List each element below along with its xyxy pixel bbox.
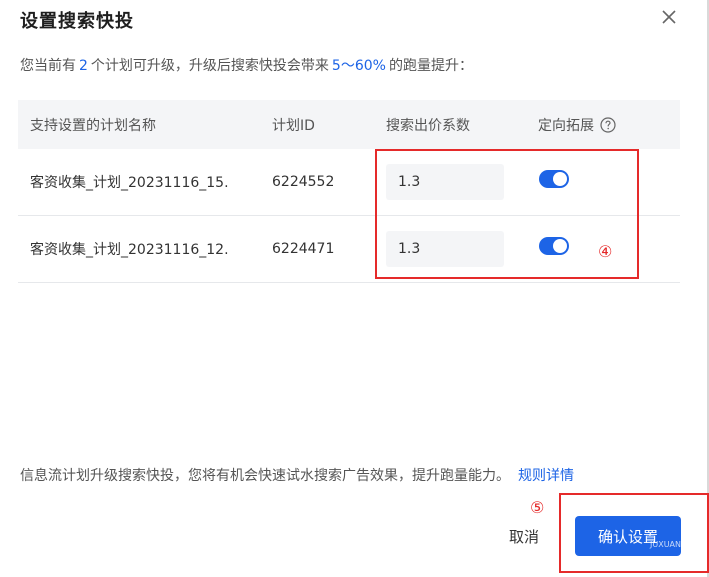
header-targeting-expansion: 定向拓展 bbox=[536, 115, 680, 135]
close-icon[interactable] bbox=[658, 6, 680, 28]
rules-detail-link[interactable]: 规则详情 bbox=[518, 468, 574, 484]
footer-note-text: 信息流计划升级搜索快投，您将有机会快速试水搜索广告效果，提升跑量能力。 bbox=[20, 468, 510, 484]
plan-name: 客资收集_计划_20231116_15. bbox=[30, 175, 229, 191]
header-bid-coefficient: 搜索出价系数 bbox=[386, 117, 470, 134]
summary-part-1: 您当前有 bbox=[20, 58, 76, 74]
plan-count: 2 bbox=[79, 58, 88, 74]
plan-id: 6224471 bbox=[272, 241, 335, 257]
annotation-mark-5: ⑤ bbox=[530, 498, 545, 517]
summary-part-2: 个计划可升级，升级后搜索快投会带来 bbox=[90, 58, 329, 74]
plan-id: 6224552 bbox=[272, 174, 335, 190]
header-plan-name: 支持设置的计划名称 bbox=[30, 117, 156, 134]
annotation-mark-4: ④ bbox=[598, 242, 613, 261]
watermark: JUXUAN.R bbox=[650, 540, 690, 549]
search-quick-launch-dialog: 设置搜索快投 您当前有 2 个计划可升级，升级后搜索快投会带来 5～60% 的跑量提升：… bbox=[0, 0, 709, 577]
cancel-button[interactable]: 取消 bbox=[494, 516, 554, 556]
upgrade-summary: 您当前有 2 个计划可升级，升级后搜索快投会带来 5～60% 的跑量提升： bbox=[20, 55, 473, 75]
confirm-settings-button[interactable]: 确认设置 bbox=[575, 516, 681, 556]
table-header: 支持设置的计划名称 计划ID 搜索出价系数 定向拓展 bbox=[18, 100, 680, 149]
summary-part-3: 的跑量提升： bbox=[388, 58, 473, 74]
footer-note: 信息流计划升级搜索快投，您将有机会快速试水搜索广告效果，提升跑量能力。 规则详情 bbox=[20, 465, 574, 485]
question-circle-icon[interactable] bbox=[600, 116, 616, 133]
boost-range: 5～60% bbox=[331, 58, 386, 74]
plan-name: 客资收集_计划_20231116_12. bbox=[30, 242, 229, 258]
dialog-title: 设置搜索快投 bbox=[20, 11, 134, 32]
header-targeting-expansion-label: 定向拓展 bbox=[538, 117, 594, 134]
header-plan-id: 计划ID bbox=[272, 117, 315, 134]
